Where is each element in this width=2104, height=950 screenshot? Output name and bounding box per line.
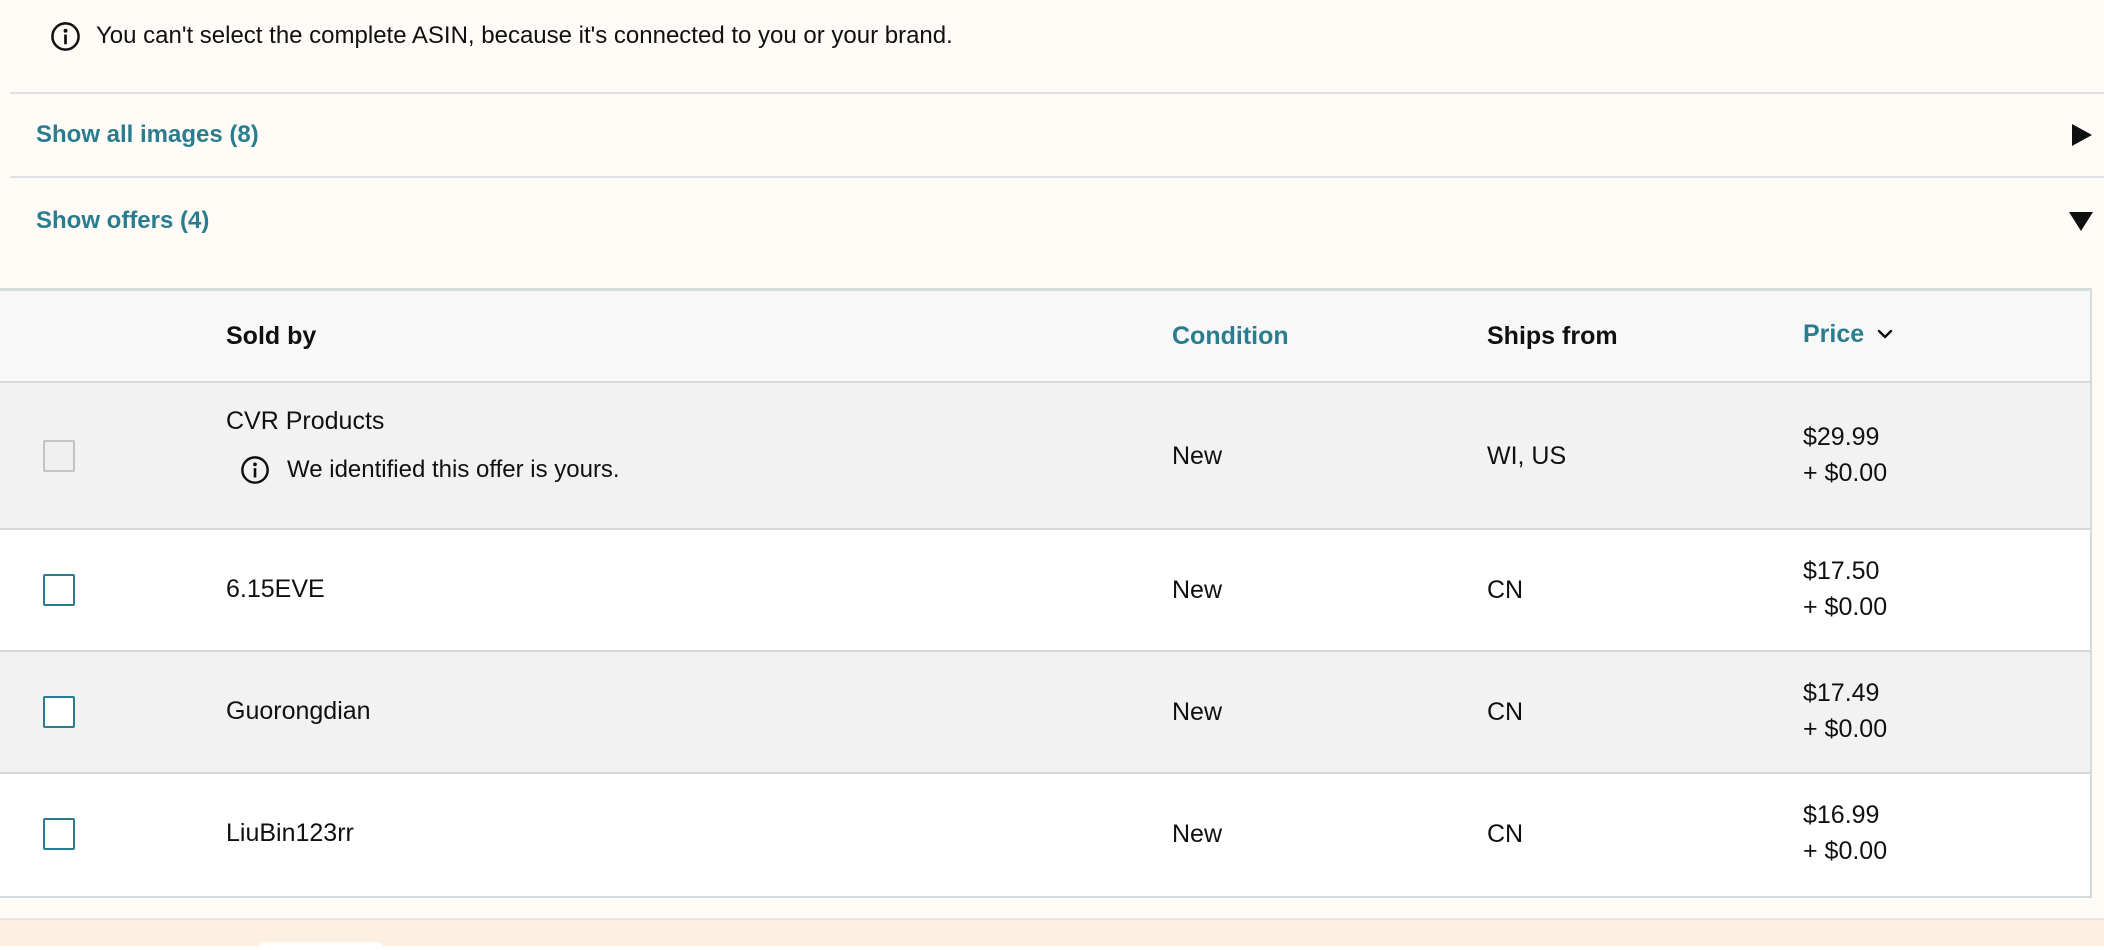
table-row: CVR Products We identified this offer is… <box>0 383 2090 530</box>
show-offers-label: Show offers (4) <box>36 207 210 234</box>
ships-from-value: WI, US <box>1487 442 1567 470</box>
offers-table: Sold by Condition Ships from Price CVR P… <box>0 288 2092 898</box>
price-value: $29.99 + $0.00 <box>1803 419 1887 491</box>
column-header-price[interactable]: Price <box>1803 289 1894 379</box>
shipping-price: + $0.00 <box>1803 459 1888 487</box>
seller-name: Guorongdian <box>226 697 371 725</box>
price-value: $17.49 + $0.00 <box>1803 675 1887 747</box>
price-value: $16.99 + $0.00 <box>1803 797 1887 869</box>
chevron-down-icon <box>1864 325 1894 343</box>
price-header-label: Price <box>1803 319 1865 348</box>
price-value: $17.50 + $0.00 <box>1803 553 1887 625</box>
item-price: $17.50 <box>1803 557 1880 585</box>
own-offer-note: We identified this offer is yours. <box>240 455 620 485</box>
asin-notice: You can't select the complete ASIN, beca… <box>0 0 2104 72</box>
offer-checkbox[interactable] <box>43 818 75 850</box>
item-price: $29.99 <box>1803 423 1880 451</box>
condition-value: New <box>1172 820 1223 848</box>
triangle-right-icon <box>2068 122 2094 148</box>
info-icon <box>50 21 81 52</box>
show-offers-toggle[interactable]: Show offers (4) <box>10 178 2104 264</box>
seller-name: LiuBin123rr <box>226 819 354 847</box>
show-all-images-toggle[interactable]: Show all images (8) <box>10 92 2104 178</box>
column-header-sold-by: Sold by <box>226 321 317 350</box>
ships-from-value: CN <box>1487 576 1524 604</box>
ships-from-value: CN <box>1487 698 1524 726</box>
shipping-price: + $0.00 <box>1803 593 1888 621</box>
own-offer-note-text: We identified this offer is yours. <box>287 456 620 483</box>
offer-checkbox-disabled <box>43 440 75 472</box>
column-header-ships-from: Ships from <box>1487 321 1618 350</box>
table-row: LiuBin123rr New CN $16.99 + $0.00 <box>0 774 2090 896</box>
table-row: Guorongdian New CN $17.49 + $0.00 <box>0 652 2090 774</box>
item-price: $16.99 <box>1803 801 1880 829</box>
shipping-price: + $0.00 <box>1803 715 1888 743</box>
triangle-down-icon <box>2068 208 2094 234</box>
info-icon <box>240 455 270 485</box>
seller-name: 6.15EVE <box>226 575 325 603</box>
condition-value: New <box>1172 442 1223 470</box>
show-all-images-label: Show all images (8) <box>36 121 259 148</box>
column-header-condition[interactable]: Condition <box>1172 291 1289 381</box>
seller-name: CVR Products <box>226 407 385 435</box>
footer-tab-edge <box>258 942 384 950</box>
notice-text: You can't select the complete ASIN, beca… <box>96 22 953 49</box>
offer-checkbox[interactable] <box>43 574 75 606</box>
item-price: $17.49 <box>1803 679 1880 707</box>
offer-checkbox[interactable] <box>43 696 75 728</box>
shipping-price: + $0.00 <box>1803 837 1888 865</box>
offers-table-header: Sold by Condition Ships from Price <box>0 291 2090 383</box>
condition-value: New <box>1172 698 1223 726</box>
ships-from-value: CN <box>1487 820 1524 848</box>
table-row: 6.15EVE New CN $17.50 + $0.00 <box>0 530 2090 652</box>
condition-value: New <box>1172 576 1223 604</box>
